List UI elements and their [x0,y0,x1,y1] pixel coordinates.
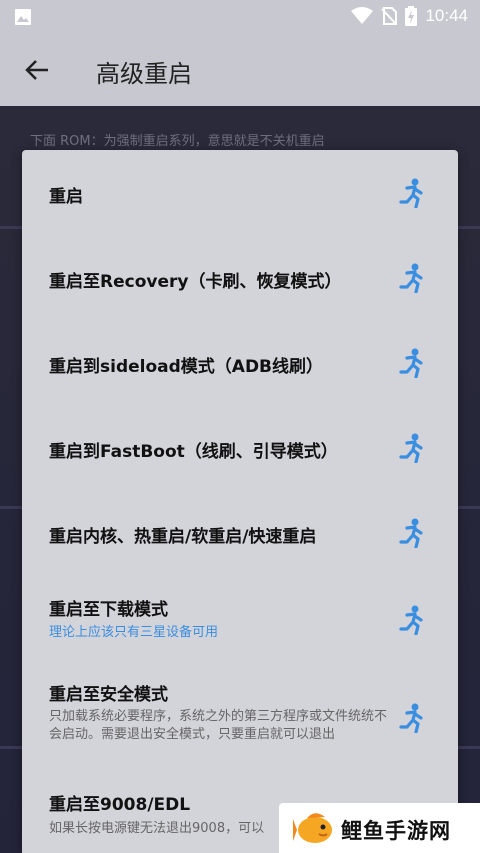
reboot-option[interactable]: 重启至下载模式 理论上应该只有三星设备可用 [22,575,458,665]
back-arrow-icon[interactable] [24,58,50,82]
option-label: 重启 [49,187,83,207]
option-label: 重启至9008/EDL [49,795,191,815]
running-man-icon [399,263,423,293]
no-sim-icon [381,7,398,25]
running-man-icon [399,703,423,733]
fish-logo-icon [293,813,332,843]
option-label: 重启到FastBoot（线刷、引导模式） [49,442,338,462]
reboot-option[interactable]: 重启到sideload模式（ADB线刷） [22,320,458,405]
status-time: 10:44 [425,6,468,25]
option-label: 重启至安全模式 [49,685,168,705]
status-bar: 10:44 [0,0,480,34]
running-man-icon [399,348,423,378]
reboot-options-dialog: 重启 重启至Recovery（卡刷、恢复模式） 重启到sideload模式（AD… [22,150,458,853]
option-label: 重启至Recovery（卡刷、恢复模式） [49,272,342,292]
reboot-option[interactable]: 重启至Recovery（卡刷、恢复模式） [22,235,458,320]
option-label: 重启内核、热重启/软重启/快速重启 [49,527,317,547]
option-description: 只加载系统必要程序，系统之外的第三方程序或文件统统不会启动。需要退出安全模式，只… [49,709,388,742]
running-man-icon [399,178,423,208]
battery-charging-icon [405,6,418,26]
reboot-option[interactable]: 重启到FastBoot（线刷、引导模式） [22,405,458,490]
running-man-icon [399,433,423,463]
wifi-icon [351,7,374,24]
app-bar: 高级重启 [0,34,480,106]
reboot-option[interactable]: 重启内核、热重启/软重启/快速重启 [22,490,458,575]
image-notification-icon [15,9,31,25]
option-label: 重启至下载模式 [49,600,168,620]
reboot-option[interactable]: 重启 [22,150,458,235]
reboot-option[interactable]: 重启至安全模式 只加载系统必要程序，系统之外的第三方程序或文件统统不会启动。需要… [22,665,458,780]
background-hint-text: 下面 ROM：为强制重启系列，意思就是不关机重启 [30,134,325,149]
option-description: 理论上应该只有三星设备可用 [49,625,219,640]
watermark-text: 鲤鱼手游网 [341,819,451,843]
watermark-logo: 鲤鱼手游网 [279,803,480,853]
option-label: 重启到sideload模式（ADB线刷） [49,357,324,377]
running-man-icon [399,605,423,635]
running-man-icon [399,518,423,548]
page-title: 高级重启 [96,60,192,88]
